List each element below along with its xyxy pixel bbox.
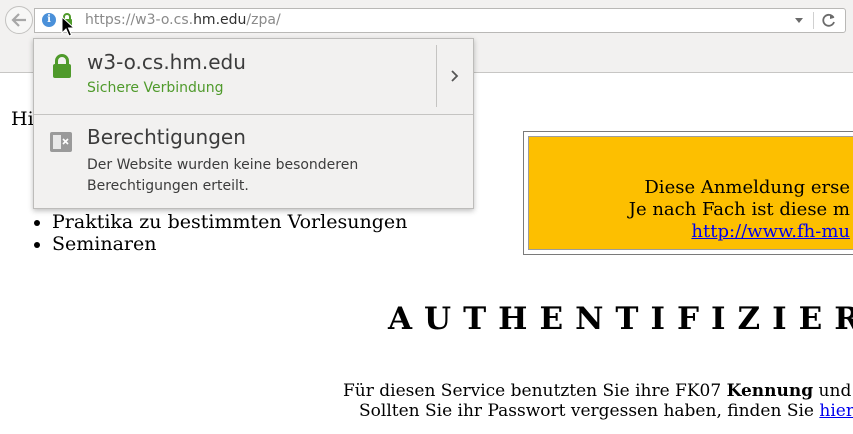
password-help-link[interactable]: hier [819,401,853,421]
course-type-list: Praktika zu bestimmten Vorlesungen Semin… [30,211,407,255]
service-line-1: Für diesen Service benutzten Sie ihre FK… [343,381,853,401]
back-arrow-icon [11,13,26,27]
service-kennung: Kennung [726,381,814,401]
list-item: Seminaren [52,233,407,255]
notice-box-inner: Diese Anmeldung erse Je nach Fach ist di… [528,136,853,250]
service-text: und daz [818,381,853,401]
service-text: Sollten Sie ihr Passwort vergessen haben… [359,401,820,421]
chevron-right-icon [451,70,459,82]
mouse-cursor-icon [61,16,75,37]
notice-link[interactable]: http://www.fh-mu [691,221,850,242]
back-button[interactable] [5,6,33,34]
notice-line-1: Diese Anmeldung erse [644,177,850,198]
history-dropdown-icon[interactable] [795,18,803,23]
permissions-title: Berechtigungen [87,125,246,149]
service-line-2: Sollten Sie ihr Passwort vergessen haben… [359,401,853,421]
url-text[interactable]: https://w3-o.cs.hm.edu/zpa/ [85,12,281,28]
url-host: hm.edu [193,12,247,28]
notice-line-3: http://www.fh-mu [529,221,850,242]
notice-line-2: Je nach Fach ist diese m [628,199,850,220]
permissions-icon [50,132,72,152]
popup-separator [34,114,473,115]
list-item: Praktika zu bestimmten Vorlesungen [52,211,407,233]
site-identity-popup: w3-o.cs.hm.edu Sichere Verbindung Berech… [33,38,474,209]
url-bar-divider [813,12,814,29]
connection-details-button[interactable] [437,45,473,107]
popup-host: w3-o.cs.hm.edu [87,50,246,74]
secure-lock-icon [53,54,71,78]
auth-heading: AUTHENTIFIZIER [388,301,853,337]
site-info-icon[interactable]: i [42,13,56,27]
permissions-description: Der Website wurden keine besonderen Bere… [87,157,359,194]
connection-row[interactable]: w3-o.cs.hm.edu Sichere Verbindung [34,39,473,113]
reload-icon[interactable] [820,12,838,30]
intro-text: Hi [11,108,34,130]
url-path: /zpa/ [246,12,281,28]
notice-box: Diese Anmeldung erse Je nach Fach ist di… [523,131,853,255]
url-prefix: https://w3-o.cs. [85,12,194,28]
service-text: Für diesen Service benutzten Sie ihre FK… [343,381,727,401]
connection-status: Sichere Verbindung [87,80,224,96]
url-bar[interactable]: i https://w3-o.cs.hm.edu/zpa/ [34,8,846,33]
